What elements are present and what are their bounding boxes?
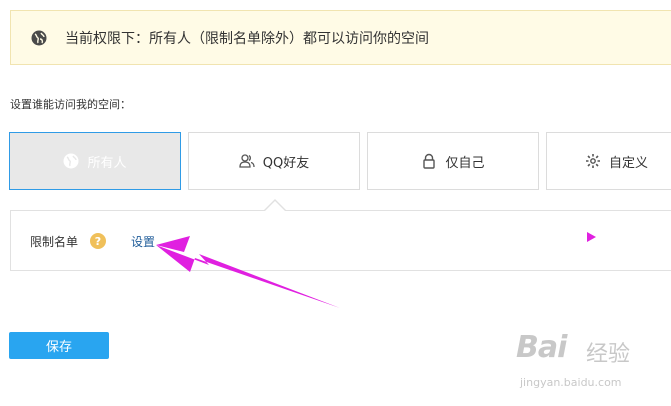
tab-everyone[interactable]: 所有人 bbox=[9, 132, 181, 190]
annotation-marker bbox=[587, 232, 596, 242]
globe-icon bbox=[63, 153, 79, 169]
tab-label: 仅自己 bbox=[445, 155, 485, 171]
restrict-list-settings-link[interactable]: 设置 bbox=[131, 233, 155, 250]
restrict-list-panel: 限制名单 ? 设置 bbox=[10, 210, 671, 271]
section-title: 设置谁能访问我的空间： bbox=[10, 98, 131, 111]
tab-only-me[interactable]: 仅自己 bbox=[367, 132, 539, 190]
globe-icon bbox=[31, 30, 47, 46]
tab-label: 自定义 bbox=[608, 155, 648, 171]
lock-icon bbox=[423, 153, 436, 169]
notice-text: 当前权限下：所有人（限制名单除外）都可以访问你的空间 bbox=[65, 31, 429, 47]
friends-icon bbox=[239, 154, 255, 168]
watermark-title: 经验 bbox=[586, 342, 631, 367]
tab-qq-friends[interactable]: QQ好友 bbox=[188, 132, 360, 190]
tab-custom[interactable]: 自定义 bbox=[546, 132, 671, 190]
help-icon[interactable]: ? bbox=[90, 233, 106, 249]
restrict-list-label: 限制名单 bbox=[30, 235, 79, 249]
baidu-watermark: Bai 经验 jingyan.baidu.com bbox=[506, 330, 646, 396]
watermark-url: jingyan.baidu.com bbox=[520, 376, 622, 389]
tab-label: 所有人 bbox=[87, 155, 127, 171]
gear-icon bbox=[585, 154, 600, 168]
watermark-brand: Bai bbox=[516, 330, 567, 365]
panel-pointer-fill bbox=[265, 201, 285, 211]
permission-notice: 当前权限下：所有人（限制名单除外）都可以访问你的空间 bbox=[10, 10, 671, 65]
tab-label: QQ好友 bbox=[262, 155, 310, 171]
save-button[interactable]: 保存 bbox=[9, 332, 109, 359]
